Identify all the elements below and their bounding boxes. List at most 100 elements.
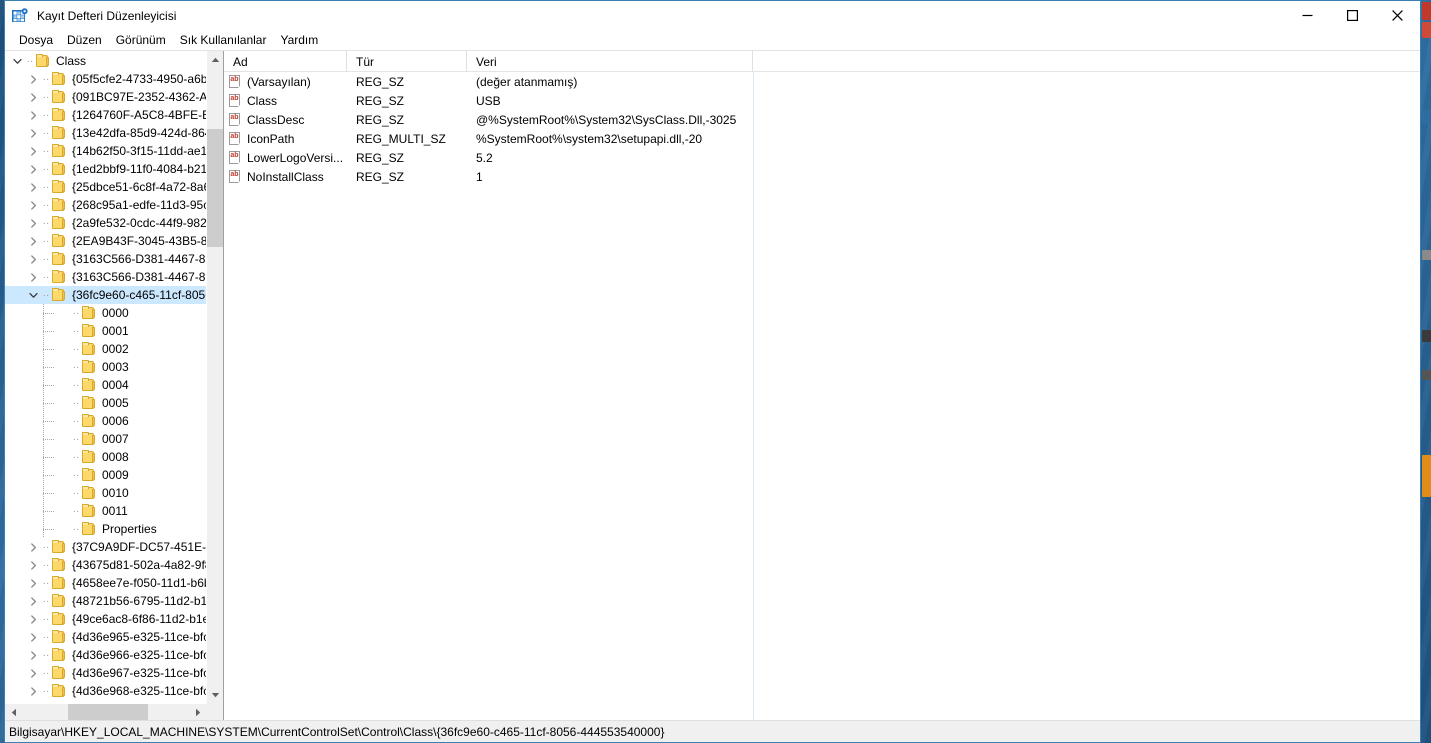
scroll-up-icon[interactable]	[207, 51, 223, 68]
tree-node[interactable]: ·· 0000	[5, 304, 206, 322]
tree-node[interactable]: ·· {4d36e965-e325-11ce-bfc1	[5, 628, 206, 646]
chevron-right-icon[interactable]	[25, 268, 41, 286]
chevron-right-icon[interactable]	[25, 664, 41, 682]
tree-node[interactable]: ·· 0010	[5, 484, 206, 502]
chevron-right-icon[interactable]	[25, 106, 41, 124]
tree-node[interactable]: ·· 0002	[5, 340, 206, 358]
tree-connector: ··	[42, 181, 50, 193]
tree-scroll-thumb[interactable]	[207, 129, 223, 247]
chevron-right-icon[interactable]	[25, 196, 41, 214]
tree-node[interactable]: ·· {091BC97E-2352-4362-A53	[5, 88, 206, 106]
chevron-down-icon[interactable]	[25, 286, 41, 304]
tree-node[interactable]: ·· {43675d81-502a-4a82-9f84	[5, 556, 206, 574]
chevron-right-icon[interactable]	[25, 232, 41, 250]
menu-item-file[interactable]: Dosya	[12, 32, 60, 49]
tree-twisty-placeholder	[55, 466, 71, 484]
tree-twisty-placeholder	[55, 376, 71, 394]
chevron-right-icon[interactable]	[25, 178, 41, 196]
chevron-right-icon[interactable]	[25, 88, 41, 106]
tree-connector: ··	[42, 613, 50, 625]
tree-node[interactable]: ·· {05f5cfe2-4733-4950-a6bb-	[5, 70, 206, 88]
tree-node-label: 0002	[102, 342, 129, 356]
tree-node[interactable]: ·· {2a9fe532-0cdc-44f9-9827-	[5, 214, 206, 232]
tree-node-label: {05f5cfe2-4733-4950-a6bb-	[72, 72, 206, 86]
tree-node[interactable]: ·· {4d36e967-e325-11ce-bfc1	[5, 664, 206, 682]
tree-node[interactable]: ·· 0011	[5, 502, 206, 520]
tree-node[interactable]: ·· {4d36e968-e325-11ce-bfc1	[5, 682, 206, 700]
value-data: @%SystemRoot%\System32\SysClass.Dll,-302…	[476, 112, 737, 127]
chevron-right-icon[interactable]	[25, 610, 41, 628]
tree-node[interactable]: ·· 0003	[5, 358, 206, 376]
tree-node[interactable]: ·· {2EA9B43F-3045-43B5-80F	[5, 232, 206, 250]
value-data: %SystemRoot%\system32\setupapi.dll,-20	[476, 131, 703, 146]
scroll-left-icon[interactable]	[5, 704, 22, 720]
tree-node[interactable]: ·· {3163C566-D381-4467-87B	[5, 268, 206, 286]
menu-bar: Dosya Düzen Görünüm Sık Kullanılanlar Ya…	[5, 30, 1420, 50]
tree-node[interactable]: ·· {1ed2bbf9-11f0-4084-b21f-	[5, 160, 206, 178]
tree-node[interactable]: ·· 0005	[5, 394, 206, 412]
chevron-right-icon[interactable]	[25, 142, 41, 160]
tree-node-content: ·· {2a9fe532-0cdc-44f9-9827-	[5, 214, 206, 232]
tree-connector: ··	[42, 235, 50, 247]
chevron-right-icon[interactable]	[25, 124, 41, 142]
value-row[interactable]: ab LowerLogoVersi... REG_SZ 5.2	[224, 148, 1420, 167]
value-row[interactable]: ab IconPath REG_MULTI_SZ %SystemRoot%\syste…	[224, 129, 1420, 148]
minimize-button[interactable]	[1285, 1, 1330, 30]
tree-node-content: ·· {3163C566-D381-4467-87B	[5, 268, 206, 286]
tree-node[interactable]: ·· {4d36e966-e325-11ce-bfc1	[5, 646, 206, 664]
tree-node[interactable]: ·· {25dbce51-6c8f-4a72-8a6d	[5, 178, 206, 196]
maximize-button[interactable]	[1330, 1, 1375, 30]
menu-item-edit[interactable]: Düzen	[60, 32, 109, 49]
tree-horizontal-scrollbar[interactable]	[5, 703, 223, 720]
menu-item-view[interactable]: Görünüm	[109, 32, 173, 49]
column-header-name[interactable]: Ad	[224, 51, 347, 72]
tree-node-content: ·· {37C9A9DF-DC57-451E-8E	[5, 538, 206, 556]
chevron-right-icon[interactable]	[25, 250, 41, 268]
scroll-down-icon[interactable]	[207, 686, 223, 703]
tree-node[interactable]: ·· {49ce6ac8-6f86-11d2-b1e5	[5, 610, 206, 628]
chevron-right-icon[interactable]	[25, 682, 41, 700]
close-button[interactable]	[1375, 1, 1420, 30]
column-header-type[interactable]: Tür	[347, 51, 467, 72]
chevron-down-icon[interactable]	[9, 52, 25, 70]
chevron-right-icon[interactable]	[25, 646, 41, 664]
tree-node[interactable]: ·· {3163C566-D381-4467-87B	[5, 250, 206, 268]
tree-node[interactable]: ·· Class	[5, 52, 206, 70]
tree-node[interactable]: ·· {1264760F-A5C8-4BFE-B31	[5, 106, 206, 124]
tree-node[interactable]: ·· {13e42dfa-85d9-424d-8646	[5, 124, 206, 142]
desktop-edge-fragment	[1422, 2, 1431, 20]
tree-vertical-scrollbar[interactable]	[206, 51, 223, 703]
chevron-right-icon[interactable]	[25, 556, 41, 574]
chevron-right-icon[interactable]	[25, 592, 41, 610]
chevron-right-icon[interactable]	[25, 574, 41, 592]
value-row[interactable]: ab NoInstallClass REG_SZ 1	[224, 167, 1420, 186]
value-row[interactable]: ab ClassDesc REG_SZ @%SystemRoot%\System32\…	[224, 110, 1420, 129]
tree-node[interactable]: ·· 0001	[5, 322, 206, 340]
value-row[interactable]: ab (Varsayılan) REG_SZ (değer atanmamış)	[224, 72, 1420, 91]
tree-node[interactable]: ·· {14b62f50-3f15-11dd-ae16	[5, 142, 206, 160]
tree-hscroll-thumb[interactable]	[68, 704, 148, 720]
menu-item-help[interactable]: Yardım	[273, 32, 325, 49]
chevron-right-icon[interactable]	[25, 538, 41, 556]
chevron-right-icon[interactable]	[25, 214, 41, 232]
chevron-right-icon[interactable]	[25, 70, 41, 88]
folder-icon	[81, 522, 97, 536]
column-header-data[interactable]: Veri	[467, 51, 753, 72]
tree-node[interactable]: ·· {48721b56-6795-11d2-b1a	[5, 592, 206, 610]
value-row[interactable]: ab Class REG_SZ USB	[224, 91, 1420, 110]
tree-node[interactable]: ·· 0008	[5, 448, 206, 466]
tree-node[interactable]: ·· {4658ee7e-f050-11d1-b6bd	[5, 574, 206, 592]
tree-node[interactable]: ·· 0004	[5, 376, 206, 394]
tree-twisty-placeholder	[55, 304, 71, 322]
chevron-right-icon[interactable]	[25, 628, 41, 646]
tree-node[interactable]: ·· 0006	[5, 412, 206, 430]
tree-node[interactable]: ·· {37C9A9DF-DC57-451E-8E	[5, 538, 206, 556]
tree-node[interactable]: ·· Properties	[5, 520, 206, 538]
tree-node[interactable]: ·· {268c95a1-edfe-11d3-95c3	[5, 196, 206, 214]
menu-item-favorites[interactable]: Sık Kullanılanlar	[173, 32, 274, 49]
tree-node[interactable]: ·· 0009	[5, 466, 206, 484]
tree-node[interactable]: ·· {36fc9e60-c465-11cf-8056-	[5, 286, 206, 304]
tree-node[interactable]: ·· 0007	[5, 430, 206, 448]
chevron-right-icon[interactable]	[25, 160, 41, 178]
scroll-right-icon[interactable]	[189, 704, 206, 720]
